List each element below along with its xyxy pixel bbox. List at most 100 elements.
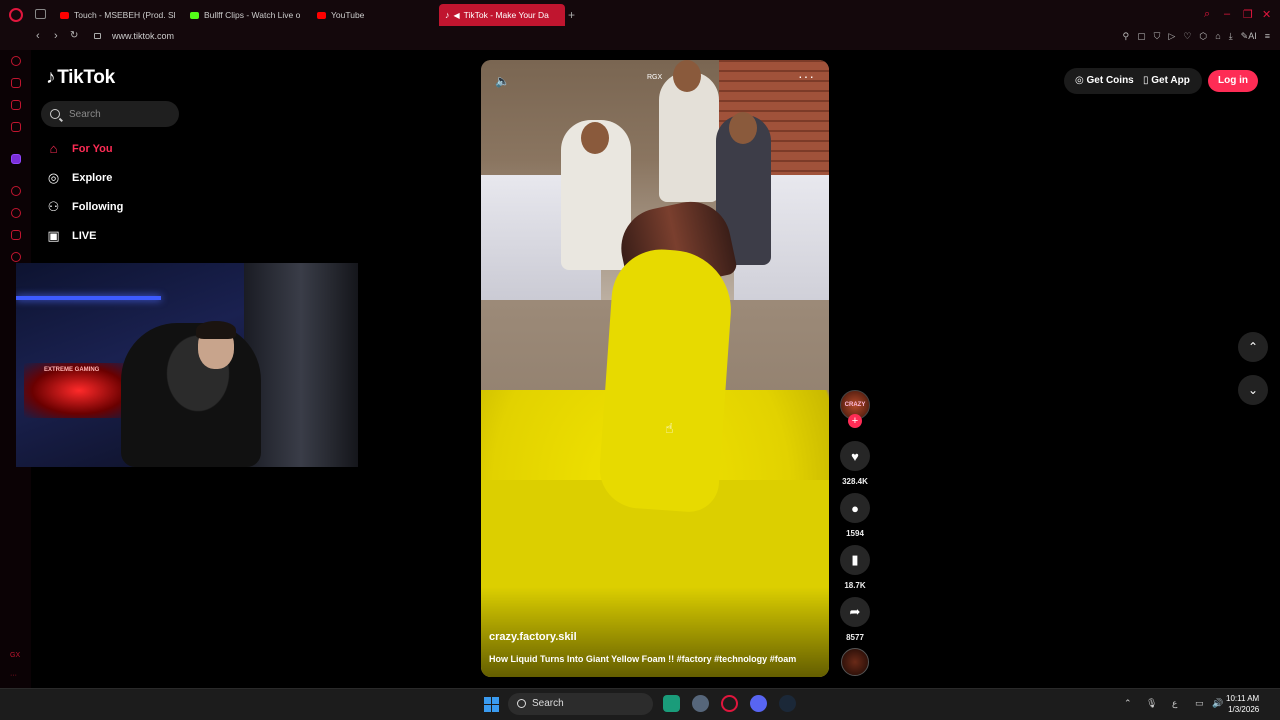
settings-icon[interactable]	[692, 695, 709, 712]
video-player[interactable]: 🔈 RGX ··· crazy.factory.skil How Liquid …	[481, 60, 829, 677]
bag-icon[interactable]	[11, 78, 21, 88]
close-window-button[interactable]: ✕	[1262, 8, 1271, 21]
gx-label[interactable]: GX	[10, 652, 20, 659]
windows-start-icon[interactable]	[484, 697, 499, 712]
tab-touch-msebeh[interactable]: Touch - MSEBEH (Prod. Sl	[54, 4, 179, 26]
volume-icon[interactable]: 🔊	[1212, 698, 1223, 709]
volume-icon[interactable]: 🔈	[495, 74, 510, 88]
clock-time: 10:11 AM	[1226, 694, 1260, 703]
ai-button[interactable]: ✎AI	[1241, 31, 1257, 42]
messenger-icon[interactable]	[11, 122, 21, 132]
tab-kick-clips[interactable]: Bullff Clips - Watch Live o	[184, 4, 306, 26]
taskbar-search[interactable]: Search	[508, 693, 653, 715]
opera-logo-icon[interactable]	[9, 8, 23, 22]
worker-3-head	[729, 112, 757, 144]
comment-count: 1594	[846, 529, 864, 538]
snapshot-icon[interactable]: ▢	[1137, 31, 1146, 42]
previous-video-button[interactable]: ⌃	[1238, 332, 1268, 362]
language-indicator[interactable]: ع	[1172, 698, 1177, 709]
chevron-down-icon: ⌄	[1247, 383, 1259, 397]
nav-for-you[interactable]: ⌂ For You	[45, 140, 113, 157]
player-icon[interactable]: ▷	[1168, 31, 1175, 42]
nav-explore[interactable]: ◎ Explore	[45, 169, 113, 186]
wall	[244, 263, 358, 467]
search-input[interactable]: Search	[41, 101, 179, 127]
video-caption: How Liquid Turns Into Giant Yellow Foam …	[489, 654, 797, 664]
menu-icon[interactable]: ≡	[1265, 31, 1270, 42]
get-coins-button[interactable]: ◎ Get Coins	[1075, 75, 1134, 86]
login-button[interactable]: Log in	[1208, 70, 1258, 92]
tray-chevron-icon[interactable]: ⌃	[1124, 698, 1132, 709]
nav-label: Explore	[72, 171, 113, 184]
settings-gear-icon[interactable]	[11, 252, 21, 262]
nav-label: Following	[72, 200, 124, 213]
get-app-button[interactable]: ▯ Get App	[1143, 75, 1190, 86]
system-clock[interactable]: 10:11 AM 1/3/2026	[1226, 693, 1259, 715]
browser-tab-bar: Touch - MSEBEH (Prod. Sl Bullff Clips - …	[0, 0, 1280, 29]
back-button[interactable]: ‹	[36, 30, 40, 42]
twitch-icon[interactable]	[11, 154, 21, 164]
save-button[interactable]: ▮	[840, 545, 870, 575]
cube-icon[interactable]	[11, 230, 21, 240]
screen: Touch - MSEBEH (Prod. Sl Bullff Clips - …	[0, 0, 1280, 720]
tab-youtube[interactable]: YouTube	[311, 4, 431, 26]
like-button[interactable]: ♥	[840, 441, 870, 471]
kick-favicon-icon	[190, 11, 199, 19]
follow-button[interactable]: +	[848, 414, 862, 428]
nav-following[interactable]: ⚇ Following	[45, 198, 124, 215]
tiktok-logo[interactable]: ♪ TikTok	[46, 67, 115, 89]
address-bar-row	[0, 29, 1280, 50]
download-icon[interactable]: ⤓	[1229, 31, 1233, 42]
tiktok-wordmark: TikTok	[57, 67, 115, 88]
get-app-label: Get App	[1151, 75, 1190, 86]
comment-button[interactable]: ●	[840, 493, 870, 523]
yellow-foam-stream	[597, 246, 735, 514]
nav-live[interactable]: ▣ LIVE	[45, 227, 96, 244]
opera-gx-icon[interactable]	[721, 695, 738, 712]
microphone-icon[interactable]: 🎙	[1146, 698, 1157, 709]
coin-icon: ◎	[1075, 75, 1087, 86]
more-icon[interactable]: ···	[10, 672, 17, 679]
restore-button[interactable]: ❐	[1243, 8, 1253, 21]
nav-label: LIVE	[72, 229, 97, 242]
player-icon[interactable]	[11, 186, 21, 196]
search-tabs-icon[interactable]: ⌕	[1204, 8, 1210, 21]
neon-light	[16, 296, 161, 300]
hand-cursor-icon: ☝	[665, 420, 674, 436]
chat-icon[interactable]	[11, 100, 21, 110]
taskbar-search-label: Search	[532, 698, 564, 709]
pin-icon[interactable]: ⚲	[1123, 31, 1130, 42]
url-field[interactable]: www.tiktok.com	[112, 31, 174, 41]
network-icon[interactable]: ▭	[1195, 698, 1204, 709]
reload-button[interactable]: ↻	[70, 30, 78, 41]
webcam-overlay: EXTREME GAMING	[16, 263, 358, 467]
compass-icon: ◎	[47, 169, 60, 185]
wallet-icon[interactable]: ⌂	[1215, 31, 1220, 42]
next-video-button[interactable]: ⌄	[1238, 375, 1268, 405]
forward-button[interactable]: ›	[54, 30, 58, 42]
more-options-icon[interactable]: ···	[798, 68, 815, 84]
new-tab-button[interactable]: +	[568, 8, 575, 22]
heart-icon[interactable]: ♡	[1183, 31, 1191, 42]
music-disc-icon[interactable]	[841, 648, 869, 676]
tab-label: TikTok - Make Your Da	[463, 10, 549, 20]
gx-control-icon[interactable]	[11, 56, 21, 66]
tab-menu-icon[interactable]	[35, 9, 46, 19]
video-author[interactable]: crazy.factory.skil	[489, 631, 577, 643]
steam-icon[interactable]	[779, 695, 796, 712]
share-count: 8577	[846, 633, 864, 642]
bookmark-icon: ▮	[851, 552, 859, 567]
shield-icon[interactable]: ⛉	[1154, 31, 1161, 42]
ai-label: AI	[1248, 31, 1257, 41]
share-button[interactable]: ➦	[840, 597, 870, 627]
neon-sign: EXTREME GAMING	[44, 367, 100, 373]
extensions-icon[interactable]: ⬡	[1199, 31, 1207, 42]
chevron-up-icon: ⌃	[1247, 340, 1259, 354]
like-count: 328.4K	[842, 477, 868, 486]
live-tv-icon: ▣	[47, 227, 60, 243]
history-icon[interactable]	[11, 208, 21, 218]
app-icon[interactable]	[663, 695, 680, 712]
discord-icon[interactable]	[750, 695, 767, 712]
minimize-button[interactable]: –	[1224, 8, 1230, 20]
tab-tiktok[interactable]: ♪ ◀ TikTok - Make Your Da	[439, 4, 565, 26]
